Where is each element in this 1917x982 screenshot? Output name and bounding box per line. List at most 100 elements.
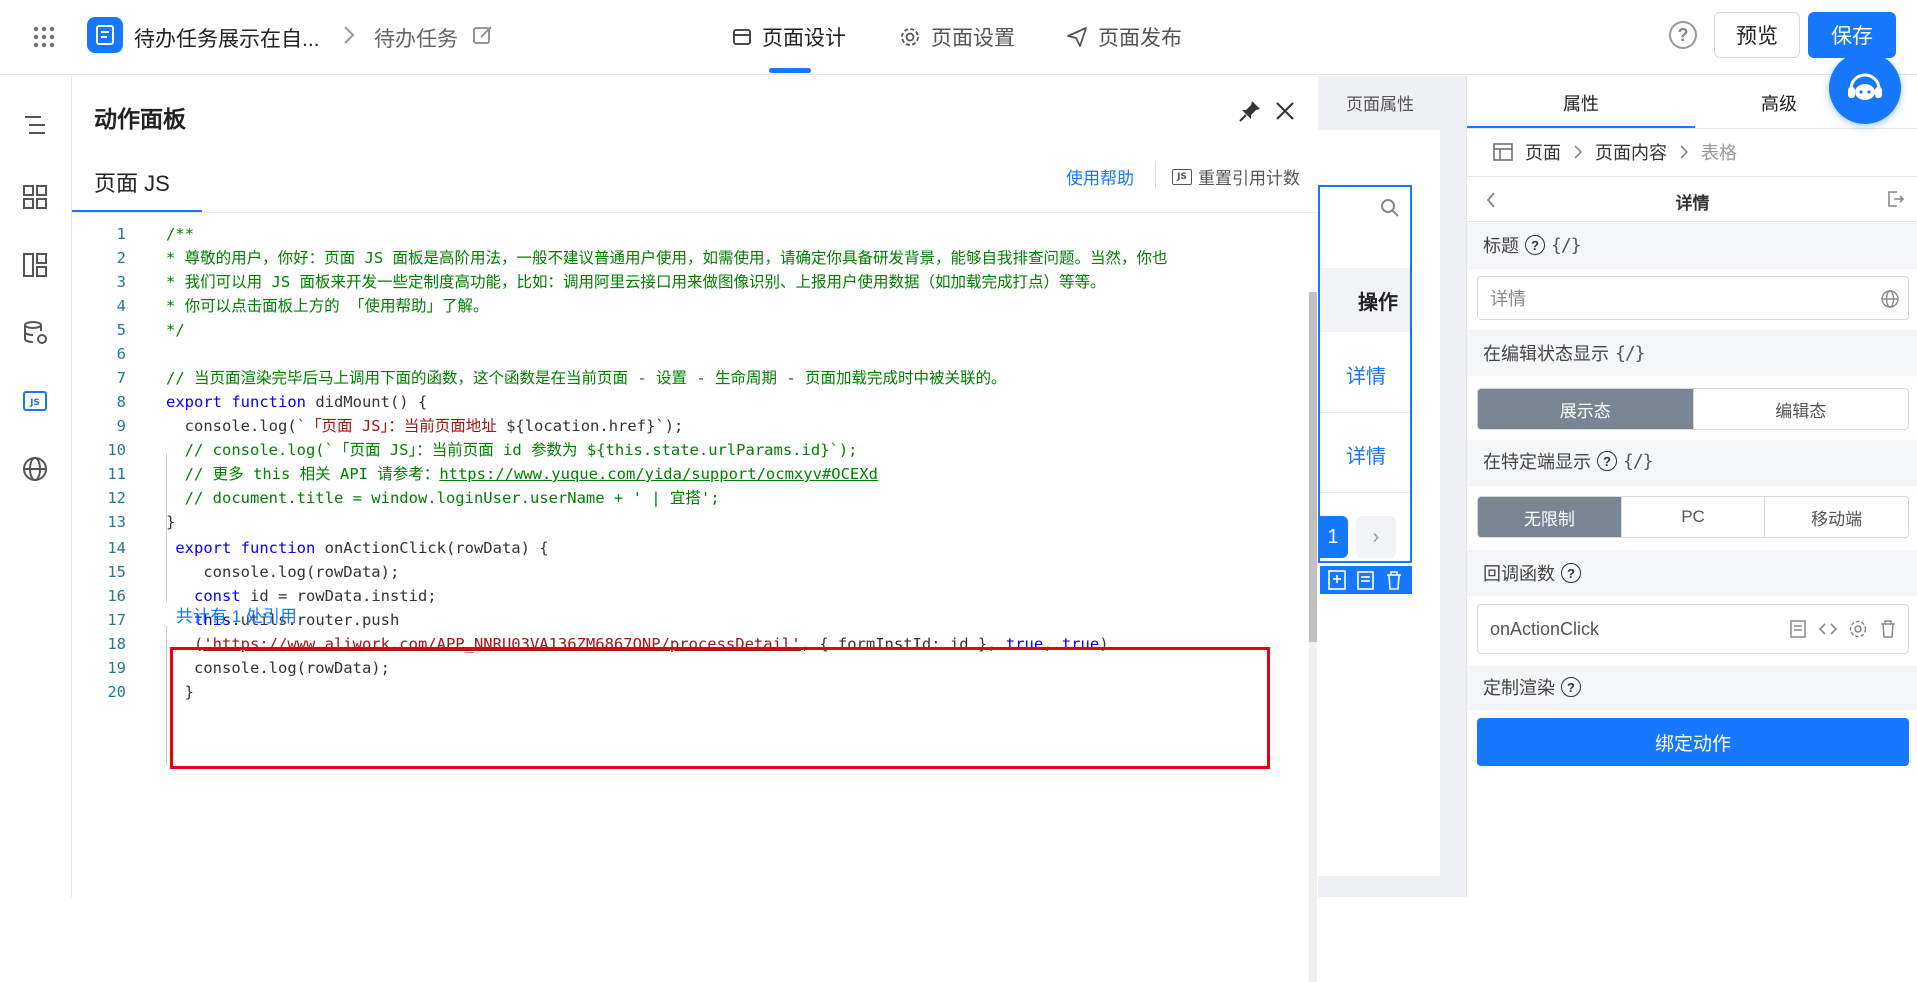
code-line[interactable]: 15 console.log(rowData); xyxy=(72,560,1318,584)
copy-icon[interactable] xyxy=(1355,569,1377,591)
line-number: 20 xyxy=(107,683,126,701)
delete-icon[interactable] xyxy=(1383,569,1405,591)
code-line[interactable]: 14 export function onActionClick(rowData… xyxy=(72,536,1318,560)
help-icon[interactable]: ? xyxy=(1561,677,1581,697)
gear-icon xyxy=(901,28,919,46)
detail-link[interactable]: 详情 xyxy=(1346,360,1386,389)
code-text: // document.title = window.loginUser.use… xyxy=(166,486,720,510)
variable-binding-icon[interactable]: {/} xyxy=(1551,235,1581,256)
reset-ref-count-label: 重置引用计数 xyxy=(1198,169,1300,188)
list-icon[interactable] xyxy=(1788,619,1808,639)
reset-ref-count-button[interactable]: JS 重置引用计数 xyxy=(1172,164,1300,189)
detail-link[interactable]: 详情 xyxy=(1346,440,1386,469)
code-token: // console.log(`「页面 JS」：当前页面 id 参数为 ${th… xyxy=(166,441,858,459)
trash-icon[interactable] xyxy=(1878,619,1898,639)
help-icon[interactable]: ? xyxy=(1669,21,1697,49)
active-tab-indicator xyxy=(769,68,811,73)
code-text: console.log(`「页面 JS」：当前页面地址 ${location.h… xyxy=(166,414,684,438)
js-panel-icon[interactable]: JS xyxy=(20,386,50,416)
detail-header: 详情 xyxy=(1467,176,1917,222)
label-text: 定制渲染 xyxy=(1483,678,1555,698)
pagination-current[interactable]: 1 xyxy=(1318,516,1348,558)
code-token: // 更多 this 相关 API 请参考： xyxy=(166,465,440,483)
variable-binding-icon[interactable]: {/} xyxy=(1623,451,1653,472)
code-token: `「页面 JS」：当前页面地址 xyxy=(296,417,497,435)
code-line[interactable]: 5 */ xyxy=(72,318,1318,342)
help-icon[interactable]: ? xyxy=(1561,563,1581,583)
option-edit[interactable]: 编辑态 xyxy=(1693,389,1908,429)
code-line[interactable]: 8 export function didMount() { xyxy=(72,390,1318,414)
pin-icon[interactable] xyxy=(1237,98,1263,124)
pagination-next[interactable]: › xyxy=(1356,516,1396,558)
divider xyxy=(1155,162,1156,188)
tab-page-js[interactable]: 页面 JS xyxy=(94,166,170,198)
tab-page-settings[interactable]: 页面设置 xyxy=(899,22,1015,52)
close-icon[interactable] xyxy=(1272,98,1298,124)
chevron-right-icon xyxy=(1574,145,1583,159)
bind-action-button[interactable]: 绑定动作 xyxy=(1477,718,1909,766)
tab-properties[interactable]: 属性 xyxy=(1563,90,1599,116)
code-line[interactable]: 1 /** xyxy=(72,222,1318,246)
template-icon[interactable] xyxy=(20,250,50,280)
crumb-page-content[interactable]: 页面内容 xyxy=(1595,139,1667,165)
line-number: 13 xyxy=(107,513,126,531)
option-unlimited[interactable]: 无限制 xyxy=(1478,497,1622,537)
callback-input[interactable]: onActionClick xyxy=(1477,604,1909,654)
editor-scrollbar-thumb[interactable] xyxy=(1309,292,1317,642)
preview-button[interactable]: 预览 xyxy=(1714,12,1800,58)
code-line[interactable]: 7 // 当页面渲染完毕后马上调用下面的函数，这个函数是在当前页面 - 设置 - … xyxy=(72,366,1318,390)
tab-page-design[interactable]: 页面设计 xyxy=(732,22,846,52)
code-editor[interactable]: 1 /** 2 * 尊敬的用户，你好：页面 JS 面板是高阶用法，一般不建议普通用户使… xyxy=(72,214,1318,982)
globe-icon[interactable] xyxy=(1880,289,1900,309)
tab-page-publish[interactable]: 页面发布 xyxy=(1066,22,1182,52)
code-token: */ xyxy=(166,321,185,339)
customer-service-icon[interactable] xyxy=(1829,52,1901,124)
outline-tree-icon[interactable] xyxy=(20,110,50,140)
label-text: 标题 xyxy=(1483,236,1519,256)
option-mobile[interactable]: 移动端 xyxy=(1765,497,1908,537)
globe-icon[interactable] xyxy=(20,454,50,484)
gear-icon[interactable] xyxy=(1848,619,1868,639)
app-grid-icon[interactable] xyxy=(32,25,56,49)
highlight-annotation-box xyxy=(170,647,1270,769)
help-icon[interactable]: ? xyxy=(1597,451,1617,471)
data-source-icon[interactable] xyxy=(20,318,50,348)
search-icon[interactable] xyxy=(1380,198,1400,218)
code-line[interactable]: 9 console.log(`「页面 JS」：当前页面地址 ${location… xyxy=(72,414,1318,438)
option-display[interactable]: 展示态 xyxy=(1478,389,1694,429)
code-icon[interactable] xyxy=(1818,619,1838,639)
add-icon[interactable] xyxy=(1327,569,1349,591)
title-input[interactable]: 详情 xyxy=(1477,276,1909,320)
column-header-actions: 操作 xyxy=(1320,268,1410,332)
line-number: 1 xyxy=(116,225,126,243)
code-token: // 当页面渲染完毕后马上调用下面的函数，这个函数是在当前页面 - 设置 - 生… xyxy=(166,369,1007,387)
page-properties-tab[interactable]: 页面属性 xyxy=(1346,90,1414,115)
components-icon[interactable] xyxy=(20,182,50,212)
help-icon[interactable]: ? xyxy=(1525,235,1545,255)
code-line[interactable]: 11 // 更多 this 相关 API 请参考：https://www.yuq… xyxy=(72,462,1318,486)
code-line[interactable]: 13} xyxy=(72,510,1318,534)
save-button[interactable]: 保存 xyxy=(1808,12,1896,58)
code-line[interactable]: 6 xyxy=(72,342,1318,366)
code-line[interactable]: 2 * 尊敬的用户，你好：页面 JS 面板是高阶用法，一般不建议普通用户使用，如需… xyxy=(72,246,1318,270)
code-line[interactable]: 3 * 我们可以用 JS 面板来开发一些定制度高功能，比如：调用阿里云接口用来做图… xyxy=(72,270,1318,294)
crumb-page[interactable]: 页面 xyxy=(1525,139,1561,165)
line-number: 11 xyxy=(107,465,126,483)
code-line[interactable]: 12 // document.title = window.loginUser.… xyxy=(72,486,1318,510)
edit-icon[interactable] xyxy=(472,24,494,46)
line-number: 15 xyxy=(107,563,126,581)
variable-binding-icon[interactable]: {/} xyxy=(1615,343,1645,364)
line-number: 19 xyxy=(107,659,126,677)
tab-advanced[interactable]: 高级 xyxy=(1761,90,1797,116)
usage-help-link[interactable]: 使用帮助 xyxy=(1066,164,1134,189)
code-line[interactable]: 4 * 你可以点击面板上方的 「使用帮助」了解。 xyxy=(72,294,1318,318)
page-name[interactable]: 待办任务 xyxy=(374,23,458,53)
row-divider xyxy=(1320,412,1410,413)
exit-icon[interactable] xyxy=(1885,189,1905,209)
app-title[interactable]: 待办任务展示在自... xyxy=(134,23,320,53)
code-line[interactable]: 10 // console.log(`「页面 JS」：当前页面 id 参数为 $… xyxy=(72,438,1318,462)
code-text: } xyxy=(166,510,175,534)
reference-count-lens[interactable]: 共计有 1 处引用 xyxy=(176,602,297,627)
code-token: * 尊敬的用户，你好：页面 JS 面板是高阶用法，一般不建议普通用户使用，如需使… xyxy=(166,249,1168,267)
option-pc[interactable]: PC xyxy=(1621,497,1766,537)
